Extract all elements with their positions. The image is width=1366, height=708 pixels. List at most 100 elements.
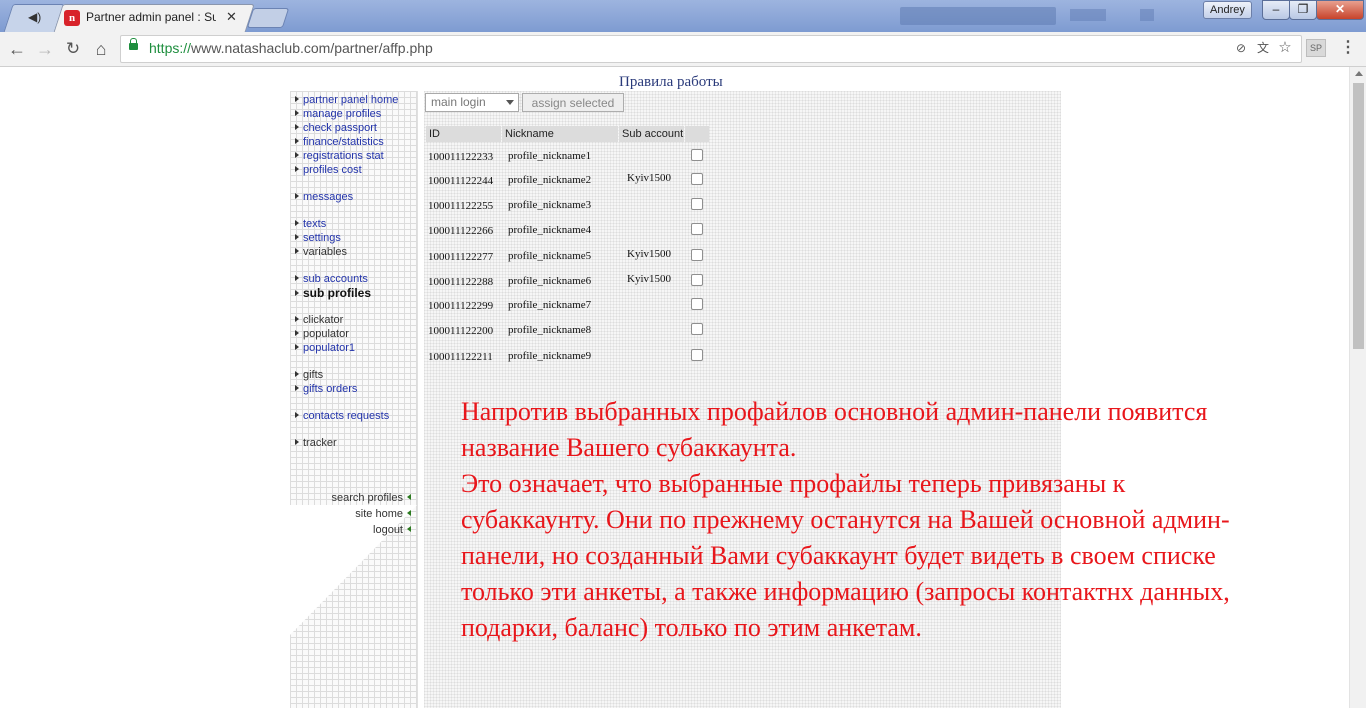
scroll-up-arrow-icon[interactable] (1355, 71, 1363, 76)
row-select-checkbox[interactable] (691, 223, 703, 235)
row-select-checkbox[interactable] (691, 198, 703, 210)
menu-icon[interactable]: ⋮ (1340, 38, 1356, 58)
arrow-right-icon (295, 385, 299, 391)
sidebar-item-clickator[interactable]: clickator (295, 314, 343, 327)
sidebar-item-contacts-requests[interactable]: contacts requests (295, 410, 389, 423)
sidebar-item-label: check passport (303, 122, 377, 134)
arrow-right-icon (295, 138, 299, 144)
arrow-right-icon (295, 275, 299, 281)
url-text[interactable]: https://www.natashaclub.com/partner/affp… (149, 40, 433, 56)
row-sub-account: Kyiv1500 (627, 172, 671, 184)
column-header-sub-account: Sub account (619, 126, 684, 142)
tab-close-icon[interactable]: ✕ (226, 9, 237, 25)
back-icon[interactable]: ← (6, 38, 28, 60)
row-id: 100011122233 (428, 151, 494, 163)
row-sub-account: Kyiv1500 (627, 273, 671, 285)
sidebar-item-manage-profiles[interactable]: manage profiles (295, 108, 381, 121)
arrow-right-icon (295, 412, 299, 418)
row-select-checkbox[interactable] (691, 323, 703, 335)
row-select-checkbox[interactable] (691, 173, 703, 185)
sidebar-item-finance-statistics[interactable]: finance/statistics (295, 136, 384, 149)
row-id: 100011122277 (428, 251, 494, 263)
column-header-select (685, 126, 709, 142)
blocked-content-icon[interactable]: ⊘ (1233, 40, 1249, 56)
row-select-checkbox[interactable] (691, 149, 703, 161)
arrow-right-icon (295, 166, 299, 172)
star-icon[interactable]: ☆ (1277, 40, 1293, 56)
sidebar-item-label: partner panel home (303, 94, 399, 106)
annotation-paragraph-2: Это означает, что выбранные профайлы теп… (461, 469, 1230, 642)
column-header-nickname: Nickname (502, 126, 618, 142)
sidebar-item-label: populator1 (303, 342, 355, 354)
vertical-scrollbar[interactable] (1349, 67, 1366, 708)
sidebar-item-profiles-cost[interactable]: profiles cost (295, 164, 362, 177)
row-nickname: profile_nickname4 (508, 224, 592, 236)
sidebar-item-gifts-orders[interactable]: gifts orders (295, 383, 357, 396)
sidebar-item-label: contacts requests (303, 410, 390, 422)
sidebar-item-label: clickator (303, 314, 344, 326)
scrollbar-thumb[interactable] (1353, 83, 1364, 349)
row-id: 100011122244 (428, 175, 494, 187)
arrow-right-icon (295, 330, 299, 336)
profile-user-badge[interactable]: Andrey (1203, 1, 1252, 19)
sidebar-item-populator[interactable]: populator (295, 328, 349, 341)
row-select-checkbox[interactable] (691, 274, 703, 286)
sidebar-item-registrations-stat[interactable]: registrations stat (295, 150, 384, 163)
annotation-paragraph-1: Напротив выбранных профайлов основной ад… (461, 397, 1208, 462)
sidebar-item-gifts[interactable]: gifts (295, 369, 323, 382)
translate-icon[interactable]: 文 (1255, 40, 1271, 56)
search-profiles-link[interactable]: search profiles (331, 492, 411, 505)
site-home-link[interactable]: site home (355, 508, 411, 521)
arrow-left-icon (407, 494, 411, 500)
sidebar-item-variables[interactable]: variables (295, 246, 347, 259)
window-title-area-2 (1070, 9, 1106, 21)
close-window-button[interactable]: ✕ (1316, 0, 1364, 20)
row-select-checkbox[interactable] (691, 349, 703, 361)
sidebar-item-settings[interactable]: settings (295, 232, 341, 245)
browser-tab-strip: ◀) n Partner admin panel : Sub profiles … (0, 0, 1366, 32)
arrow-right-icon (295, 220, 299, 226)
arrow-right-icon (295, 248, 299, 254)
arrow-right-icon (295, 316, 299, 322)
row-select-checkbox[interactable] (691, 298, 703, 310)
tab-active[interactable]: n Partner admin panel : Sub profiles ✕ (53, 4, 255, 32)
instruction-annotation: Напротив выбранных профайлов основной ад… (461, 394, 1261, 646)
sidebar-item-label: registrations stat (303, 150, 384, 162)
tab-previous[interactable]: ◀) (3, 4, 65, 32)
sidebar-item-texts[interactable]: texts (295, 218, 326, 231)
sidebar-item-label: finance/statistics (303, 136, 384, 148)
sidebar-item-label: gifts (303, 369, 324, 381)
extension-sp-icon[interactable]: SP (1306, 39, 1326, 57)
maximize-button[interactable]: ❐ (1289, 0, 1317, 20)
forward-icon[interactable]: → (34, 38, 56, 60)
sidebar-item-populator1[interactable]: populator1 (295, 342, 355, 355)
sidebar-item-check-passport[interactable]: check passport (295, 122, 377, 135)
rules-link[interactable]: Правила работы (619, 74, 723, 91)
page-viewport: Правила работы partner panel home manage … (0, 67, 1349, 708)
row-select-checkbox[interactable] (691, 249, 703, 261)
sidebar-item-label: variables (303, 246, 348, 258)
sidebar-item-tracker[interactable]: tracker (295, 437, 337, 450)
home-icon[interactable]: ⌂ (90, 38, 112, 60)
site-favicon-icon: n (64, 10, 80, 26)
address-bar[interactable]: https://www.natashaclub.com/partner/affp… (120, 35, 1302, 63)
row-nickname: profile_nickname3 (508, 199, 592, 211)
logout-link[interactable]: logout (373, 524, 411, 537)
sidebar-item-label: populator (303, 328, 349, 340)
speaker-icon[interactable]: ◀) (28, 10, 41, 24)
reload-icon[interactable]: ↻ (62, 38, 84, 60)
minimize-button[interactable]: – (1262, 0, 1290, 20)
sidebar-item-sub-accounts[interactable]: sub accounts (295, 273, 368, 286)
sidebar-item-partner-panel-home[interactable]: partner panel home (295, 94, 398, 107)
assign-selected-button[interactable]: assign selected (522, 93, 624, 112)
sidebar-item-messages[interactable]: messages (295, 191, 353, 204)
arrow-right-icon (295, 344, 299, 350)
arrow-right-icon (295, 371, 299, 377)
login-select[interactable]: main login (425, 93, 519, 112)
lock-icon (129, 38, 138, 50)
sidebar-item-sub-profiles[interactable]: sub profiles (295, 287, 371, 300)
new-tab-button[interactable] (246, 4, 290, 32)
arrow-right-icon (295, 193, 299, 199)
row-id: 100011122299 (428, 300, 494, 312)
arrow-right-icon (295, 124, 299, 130)
